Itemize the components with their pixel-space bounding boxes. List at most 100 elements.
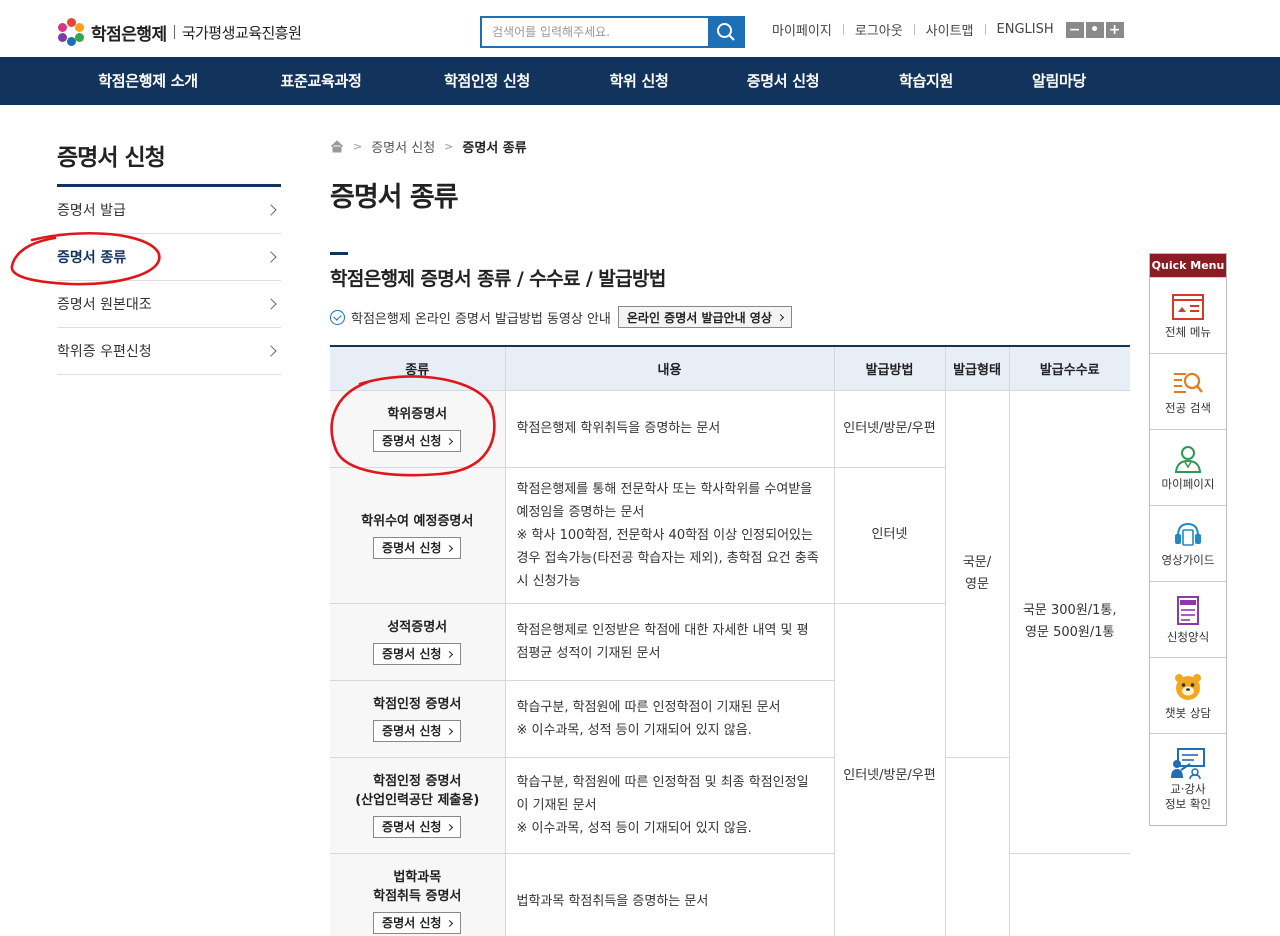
quick-item-all-menu[interactable]: 전체 메뉴 [1150, 277, 1226, 353]
instructor-icon [1171, 748, 1205, 779]
cert-desc-cell: 학습구분, 학점원에 따른 인정학점 및 최종 학점인정일 이 기재된 문서 ※… [504, 756, 835, 854]
section-accent-bar [330, 252, 348, 255]
arrow-right-icon [446, 650, 454, 659]
nav-certificate[interactable]: 증명서 신청 [747, 57, 820, 105]
side-menu-item-types[interactable]: 증명서 종류 [57, 234, 281, 281]
zoom-in-button[interactable]: + [1105, 21, 1124, 38]
site-logo[interactable]: 학점은행제 국가평생교육진흥원 [57, 18, 302, 46]
cert-kind-name: 학점인정 증명서 [373, 774, 462, 789]
nav-credit-apply[interactable]: 학점인정 신청 [444, 57, 530, 105]
logo-org: 국가평생교육진흥원 [181, 23, 302, 42]
search-input[interactable] [482, 18, 708, 46]
lnb-title: 증명서 신청 [57, 145, 166, 171]
nav-learning-support[interactable]: 학습지원 [899, 57, 953, 105]
side-menu: 증명서 발급 증명서 종류 증명서 원본대조 학위증 우편신청 [57, 184, 281, 375]
zoom-out-button[interactable]: − [1065, 21, 1084, 38]
side-menu-label: 증명서 원본대조 [57, 297, 152, 313]
logo-flower-icon [57, 18, 85, 46]
cert-desc-line: ※ 학사 100학점, 전문학사 40학점 이상 인정되어있는 [516, 527, 813, 543]
arrow-right-icon [446, 437, 454, 446]
video-guide-icon [1175, 522, 1201, 546]
mypage-link[interactable]: 마이페이지 [772, 20, 832, 39]
breadcrumb-separator: > [353, 140, 363, 153]
quick-item-form[interactable]: 신청양식 [1150, 581, 1226, 657]
side-menu-label: 증명서 종류 [57, 250, 127, 266]
util-divider [984, 24, 986, 35]
cert-desc-line: 시 신청가능 [516, 573, 581, 589]
method-cell: 인터넷/방문/우편 [833, 389, 946, 468]
nav-notice[interactable]: 알림마당 [1032, 57, 1086, 105]
font-zoom-controls: − • + [1065, 21, 1124, 38]
page-title: 증명서 종류 [330, 182, 459, 213]
top-bar: 학점은행제 국가평생교육진흥원 마이페이지 로그아웃 사이트맵 ENGLISH … [0, 0, 1280, 57]
cert-desc-line: 경우 접속가능(타전공 학습자는 제외), 총학점 요건 충족 [516, 550, 819, 566]
table-row: 법학과목 학점취득 증명서 증명서 신청 법학과목 학점취득을 증명하는 문서 [330, 852, 1130, 936]
logo-divider [173, 25, 175, 39]
cert-kind-name: 학위증명서 [387, 407, 448, 422]
apply-certificate-button[interactable]: 증명서 신청 [373, 430, 462, 452]
side-menu-label: 증명서 발급 [57, 203, 126, 219]
cert-desc-line: ※ 이수과목, 성적 등이 기재되어 있지 않음. [516, 722, 752, 738]
cert-desc-line: 법학과목 학점취득을 증명하는 문서 [516, 893, 709, 909]
cert-kind-cell: 학점인정 증명서 (산업인력공단 제출용) 증명서 신청 [330, 756, 506, 854]
search-button[interactable] [708, 18, 743, 46]
fee-cell: 국문 300원/1통, 영문 500원/1통 [1008, 389, 1130, 854]
apply-certificate-button[interactable]: 증명서 신청 [373, 720, 462, 742]
chevron-right-icon [265, 204, 277, 216]
check-circle-icon [330, 309, 345, 325]
main-nav: 학점은행제 소개 표준교육과정 학점인정 신청 학위 신청 증명서 신청 학습지… [0, 57, 1280, 105]
cert-kind-subname: (산업인력공단 제출용) [355, 793, 480, 808]
quick-menu: Quick Menu 전체 메뉴 전공 검색 마이페이지 영상가이드 신청양식 … [1149, 253, 1227, 826]
quick-item-mypage[interactable]: 마이페이지 [1150, 429, 1226, 505]
utility-links: 마이페이지 로그아웃 사이트맵 ENGLISH − • + [772, 20, 1124, 39]
quick-item-label: 정보 확인 [1165, 797, 1211, 811]
video-guide-button[interactable]: 온라인 증명서 발급안내 영상 [617, 306, 792, 328]
search-box [480, 16, 745, 48]
breadcrumb-level1[interactable]: 증명서 신청 [371, 137, 435, 156]
arrow-right-icon [772, 311, 784, 323]
cert-kind-cell: 학위수여 예정증명서 증명서 신청 [330, 466, 506, 604]
apply-certificate-button[interactable]: 증명서 신청 [373, 912, 462, 934]
quick-item-video-guide[interactable]: 영상가이드 [1150, 505, 1226, 581]
quick-item-major-search[interactable]: 전공 검색 [1150, 353, 1226, 429]
arrow-right-icon [446, 919, 454, 928]
chatbot-icon [1175, 673, 1201, 700]
fee-line: 국문 300원/1통, [1022, 602, 1117, 618]
all-menu-icon [1172, 293, 1204, 320]
search-icon [716, 23, 735, 41]
zoom-reset-button[interactable]: • [1085, 21, 1104, 38]
certificate-table: 종류 내용 발급방법 발급형태 발급수수료 학위증명서 증명서 신청 학점은행제… [330, 345, 1130, 936]
breadcrumb-current: 증명서 종류 [462, 141, 527, 156]
home-icon[interactable] [330, 140, 344, 153]
table-header-row: 종류 내용 발급방법 발급형태 발급수수료 [330, 346, 1130, 391]
apply-certificate-button[interactable]: 증명서 신청 [373, 536, 462, 559]
sitemap-link[interactable]: 사이트맵 [926, 20, 974, 39]
side-menu-item-mail[interactable]: 학위증 우편신청 [57, 328, 281, 375]
chevron-right-icon [265, 345, 277, 357]
video-guide-label: 온라인 증명서 발급안내 영상 [626, 310, 772, 325]
nav-curriculum[interactable]: 표준교육과정 [280, 57, 361, 105]
quick-item-label: 영상가이드 [1161, 552, 1215, 567]
apply-certificate-button[interactable]: 증명서 신청 [373, 816, 462, 838]
logout-link[interactable]: 로그아웃 [855, 20, 903, 39]
method-cell: 인터넷/방문/우편 [833, 602, 945, 936]
nav-about[interactable]: 학점은행제 소개 [98, 57, 198, 105]
quick-item-chatbot[interactable]: 챗봇 상담 [1150, 657, 1226, 733]
side-menu-item-issue[interactable]: 증명서 발급 [57, 187, 281, 234]
quick-item-instructor[interactable]: 교·강사 정보 확인 [1150, 733, 1226, 825]
cert-kind-cell: 학점인정 증명서 증명서 신청 [330, 679, 506, 758]
breadcrumb: > 증명서 신청 > 증명서 종류 [330, 137, 527, 156]
arrow-right-icon [446, 823, 454, 832]
form-cell: 국문/ 영문 [944, 389, 1010, 758]
quick-item-label: 마이페이지 [1161, 476, 1215, 491]
english-link[interactable]: ENGLISH [997, 22, 1054, 37]
side-menu-item-verify[interactable]: 증명서 원본대조 [57, 281, 281, 328]
fee-line: 영문 500원/1통 [1025, 624, 1115, 640]
nav-degree-apply[interactable]: 학위 신청 [610, 57, 669, 105]
apply-certificate-button[interactable]: 증명서 신청 [373, 643, 462, 665]
quick-item-label: 전체 메뉴 [1165, 324, 1211, 339]
notice-text: 학점은행제 온라인 증명서 발급방법 동영상 안내 [351, 311, 611, 327]
col-header-method: 발급방법 [833, 346, 946, 391]
side-menu-label: 학위증 우편신청 [57, 344, 152, 360]
cert-kind-name: 학점인정 증명서 [373, 697, 462, 712]
